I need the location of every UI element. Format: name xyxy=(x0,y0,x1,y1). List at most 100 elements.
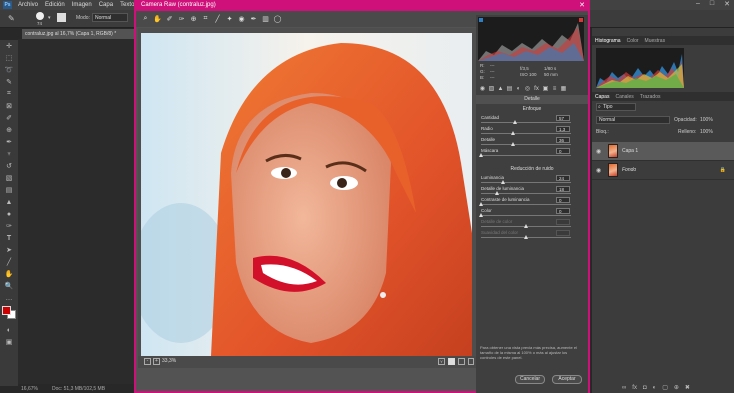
layer-row[interactable]: ◉ Fondo 🔒 xyxy=(592,161,734,180)
close-window-button[interactable]: ✕ xyxy=(724,0,730,8)
slider-track[interactable] xyxy=(481,144,571,145)
opacity-value[interactable]: 100% xyxy=(700,117,713,123)
slider-value-input[interactable]: 0 xyxy=(556,148,570,154)
gradient-icon[interactable]: ▤ xyxy=(0,184,18,196)
menu-archivo[interactable]: Archivo xyxy=(18,2,38,8)
adjustment-brush-icon[interactable]: ✒ xyxy=(248,14,259,25)
slider-row[interactable]: Color 0 xyxy=(476,208,588,219)
brush-preset-icon[interactable] xyxy=(36,12,44,20)
slider-value-input[interactable]: 0 xyxy=(556,208,570,214)
adjustment-icon[interactable]: ◐ xyxy=(653,385,657,391)
effects-panel-icon[interactable]: fx xyxy=(533,86,540,93)
menu-imagen[interactable]: Imagen xyxy=(72,2,92,8)
slider-value-input[interactable]: 0 xyxy=(556,197,570,203)
tab-muestras[interactable]: Muestras xyxy=(645,38,666,44)
basic-panel-icon[interactable]: ◉ xyxy=(479,86,486,93)
slider-row[interactable]: Luminancia 24 xyxy=(476,175,588,186)
path-select-icon[interactable]: ➤ xyxy=(0,244,18,256)
move-icon[interactable]: ✛ xyxy=(0,40,18,52)
menu-capa[interactable]: Capa xyxy=(99,2,113,8)
slider-track[interactable] xyxy=(481,122,571,123)
layer-filter-select[interactable]: ⌕ Tipo xyxy=(596,103,636,111)
more-tools-icon[interactable]: … xyxy=(0,292,18,304)
slider-value-input[interactable]: 24 xyxy=(556,175,570,181)
eyedropper-icon[interactable]: ✐ xyxy=(0,112,18,124)
preview-area[interactable] xyxy=(138,28,476,358)
spot-removal-icon[interactable]: ✦ xyxy=(224,14,235,25)
foreground-color-swatch[interactable] xyxy=(2,306,11,315)
blur-icon[interactable]: ▲ xyxy=(0,196,18,208)
slider-row[interactable]: Radio 1,3 xyxy=(476,126,588,137)
slider-value-input[interactable]: 36 xyxy=(556,137,570,143)
accept-button[interactable]: Aceptar xyxy=(552,375,582,384)
presets-icon[interactable]: ≡ xyxy=(551,86,558,93)
zoom-level[interactable]: 33,3% xyxy=(162,358,176,364)
slider-row[interactable]: Cantidad 57 xyxy=(476,115,588,126)
crop-icon[interactable]: ⌗ xyxy=(0,88,18,100)
line-icon[interactable]: ╱ xyxy=(0,256,18,268)
graduated-filter-icon[interactable]: ▥ xyxy=(260,14,271,25)
tab-capas[interactable]: Capas xyxy=(595,94,609,100)
quick-mask-icon[interactable]: ◐ xyxy=(0,324,18,336)
new-layer-icon[interactable]: ⊕ xyxy=(674,384,679,391)
slider-handle[interactable] xyxy=(500,180,505,184)
targeted-adjust-icon[interactable]: ⊕ xyxy=(188,14,199,25)
brush-icon[interactable]: ✒ xyxy=(0,136,18,148)
zoom-out-button[interactable]: - xyxy=(144,358,151,365)
slider-track[interactable] xyxy=(481,204,571,205)
snapshots-icon[interactable]: ▦ xyxy=(560,86,567,93)
chevron-down-icon[interactable]: ▾ xyxy=(48,15,51,21)
slider-value-input[interactable]: 18 xyxy=(556,186,570,192)
tab-histograma[interactable]: Histograma xyxy=(595,38,621,44)
slider-handle[interactable] xyxy=(511,142,516,146)
stamp-icon[interactable]: ♆ xyxy=(0,148,18,160)
split-toning-icon[interactable]: ◐ xyxy=(515,86,522,93)
slider-row[interactable]: Detalle de color xyxy=(476,219,588,230)
blend-mode-select[interactable]: Normal xyxy=(596,116,670,124)
toggle-preview-icon[interactable] xyxy=(448,358,455,365)
maximize-button[interactable]: □ xyxy=(710,0,714,8)
settings-icon[interactable] xyxy=(468,358,474,365)
hsl-panel-icon[interactable]: ▤ xyxy=(506,86,513,93)
eye-icon[interactable]: ◉ xyxy=(596,148,604,155)
slider-track[interactable] xyxy=(481,215,571,216)
mode-select[interactable]: Normal xyxy=(92,13,128,22)
crop-icon[interactable]: ⌗ xyxy=(200,14,211,25)
eraser-icon[interactable]: ▧ xyxy=(0,172,18,184)
radial-filter-icon[interactable]: ◯ xyxy=(272,14,283,25)
straighten-icon[interactable]: ╱ xyxy=(212,14,223,25)
slider-handle[interactable] xyxy=(495,191,500,195)
fx-icon[interactable]: fx xyxy=(632,385,637,391)
marquee-icon[interactable]: ⬚ xyxy=(0,52,18,64)
hand-icon[interactable]: ✋ xyxy=(152,14,163,25)
slider-row[interactable]: Detalle 36 xyxy=(476,137,588,148)
brush-panel-icon[interactable] xyxy=(57,13,66,22)
tab-color[interactable]: Color xyxy=(627,38,639,44)
color-sampler-icon[interactable]: ✑ xyxy=(176,14,187,25)
status-zoom[interactable]: 16,67% xyxy=(21,386,38,392)
zoom-icon[interactable]: ⌕ xyxy=(140,14,151,25)
detail-panel-icon[interactable]: ▲ xyxy=(497,86,504,93)
cancel-button[interactable]: Cancelar xyxy=(515,375,545,384)
shadow-clip-icon[interactable] xyxy=(479,18,483,22)
slider-row[interactable]: Suavidad del color xyxy=(476,230,588,241)
highlight-clip-icon[interactable] xyxy=(579,18,583,22)
camera-calibration-icon[interactable]: ▣ xyxy=(542,86,549,93)
healing-icon[interactable]: ⊕ xyxy=(0,124,18,136)
red-eye-icon[interactable]: ◉ xyxy=(236,14,247,25)
color-swatches[interactable] xyxy=(0,304,18,324)
close-icon[interactable]: ✕ xyxy=(579,1,585,9)
slider-row[interactable]: Contraste de luminancia 0 xyxy=(476,197,588,208)
quick-select-icon[interactable]: ✎ xyxy=(0,76,18,88)
document-tab[interactable]: contraluz.jpg al 16,7% (Capa 1, RGB/8) * xyxy=(22,29,134,39)
slider-row[interactable]: Máscara 0 xyxy=(476,148,588,159)
slider-handle[interactable] xyxy=(513,120,518,124)
fill-value[interactable]: 100% xyxy=(700,129,713,135)
tab-canales[interactable]: Canales xyxy=(615,94,633,100)
slider-handle[interactable] xyxy=(479,202,483,206)
mask-icon[interactable]: ◘ xyxy=(643,385,647,391)
folder-icon[interactable]: ▢ xyxy=(662,384,668,391)
compare-icon[interactable]: Y xyxy=(438,358,445,365)
screen-mode-icon[interactable]: ▣ xyxy=(0,336,18,348)
zoom-in-button[interactable]: + xyxy=(153,358,160,365)
